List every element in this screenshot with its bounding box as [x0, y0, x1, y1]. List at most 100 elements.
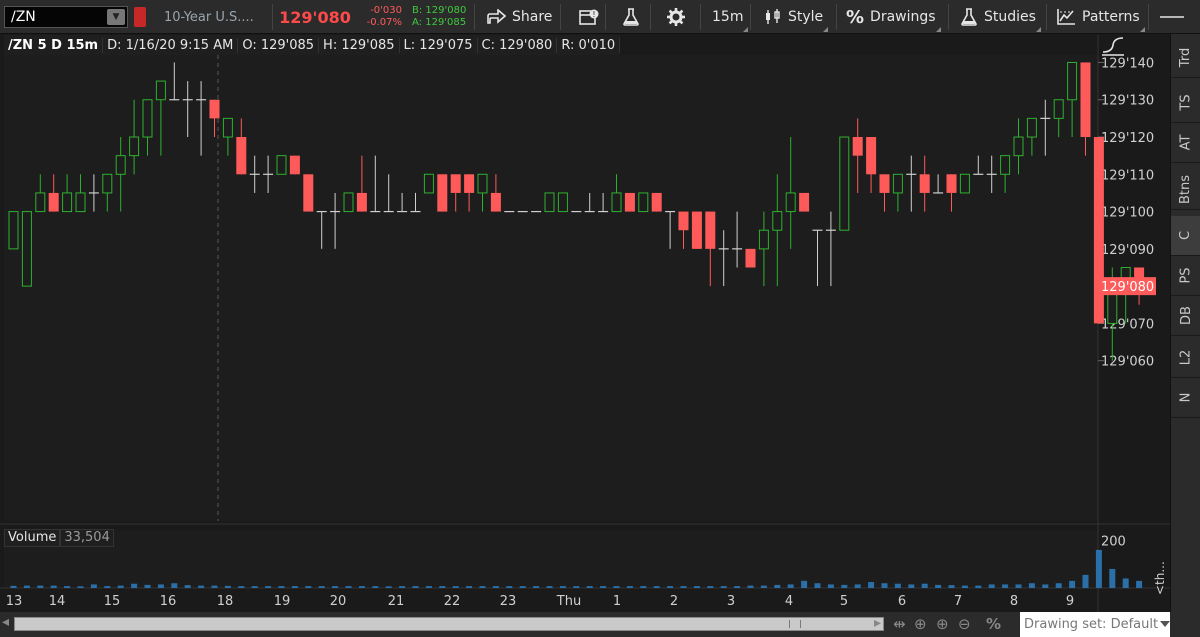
chevron-down-icon[interactable]	[1160, 621, 1170, 627]
candle-body	[544, 192, 555, 213]
chart-header: /ZN 5 D 15m D: 1/16/20 9:15 AM O: 129'08…	[4, 35, 621, 55]
bar-open: O: 129'085	[238, 37, 320, 53]
side-tab-at[interactable]: AT	[1171, 123, 1200, 163]
time-tick-label: 18	[217, 594, 234, 609]
volume-bar	[573, 586, 580, 588]
volume-bar	[881, 583, 888, 588]
main-toolbar: /ZN ▼ 10-Year U.S.... 129'080 -0'030 -0.…	[0, 0, 1200, 34]
volume-bar	[131, 583, 138, 588]
volume-bar	[1028, 583, 1035, 588]
last-price-tag: 129'080	[1098, 277, 1156, 296]
volume-bar	[1122, 578, 1129, 588]
side-tab-btns[interactable]: Btns	[1171, 170, 1200, 210]
zoom-out-icon[interactable]: ⊖	[958, 615, 971, 633]
settings-button[interactable]	[660, 0, 692, 34]
studies-button[interactable]: Studies	[954, 0, 1042, 34]
volume-bar	[680, 586, 687, 588]
time-tick-label: 21	[388, 594, 405, 609]
price-tick-label: 129'140	[1101, 56, 1154, 71]
side-tab-label: Trd	[1178, 47, 1194, 68]
toolbar-divider	[1046, 4, 1047, 30]
scroll-right-icon[interactable]: ▸	[874, 615, 881, 631]
candle-body	[758, 229, 769, 250]
time-tick-label: 5	[840, 594, 848, 609]
volume-bar	[265, 586, 272, 588]
bar-high: H: 129'085	[319, 37, 400, 53]
price-tick-label: 129'120	[1101, 131, 1154, 146]
side-tab-n[interactable]: N	[1171, 378, 1200, 418]
candle-body	[75, 192, 86, 213]
flag-icon[interactable]	[134, 7, 146, 27]
volume-bar	[157, 584, 164, 588]
volume-bar	[238, 586, 245, 588]
share-button[interactable]: Share	[480, 0, 558, 34]
volume-bar	[667, 586, 674, 588]
volume-bar	[546, 586, 553, 588]
drawing-set-label: Drawing set: Default	[1024, 617, 1159, 632]
time-tick-label: 9	[1066, 594, 1074, 609]
side-tab-db[interactable]: DB	[1171, 296, 1200, 336]
timeframe-button[interactable]: 15m	[706, 0, 749, 34]
dropdown-corner-icon	[743, 27, 749, 32]
more-button[interactable]	[1152, 0, 1194, 34]
time-tick-label: 4	[785, 594, 793, 609]
lab-button[interactable]	[616, 0, 646, 34]
scroll-left-icon[interactable]: ◂	[2, 614, 9, 630]
candle-body	[1013, 136, 1024, 157]
chevron-down-icon: ▼	[112, 12, 120, 22]
side-tab-ps[interactable]: PS	[1171, 256, 1200, 296]
dropdown-corner-icon	[1035, 27, 1041, 32]
side-tab-ts[interactable]: TS	[1171, 83, 1200, 123]
price-chart[interactable]: 129'140 129'130 129'120 129'110 129'100 129'0…	[0, 35, 1170, 612]
bid-ask: B: 129'080 A: 129'085	[408, 0, 472, 34]
time-tick-label: 6	[898, 594, 906, 609]
candle-body	[1026, 117, 1037, 138]
dropdown-corner-icon	[1139, 27, 1145, 32]
symbol-dropdown-button[interactable]: ▼	[107, 9, 125, 25]
style-button[interactable]: Style	[758, 0, 829, 34]
candle-body	[209, 99, 220, 119]
side-tab-trd[interactable]: Trd	[1171, 38, 1200, 78]
drawing-set-selector[interactable]: Drawing set: Default	[1020, 612, 1170, 637]
volume-bar	[1055, 583, 1062, 588]
toolbar-divider	[560, 4, 561, 30]
volume-bar	[224, 585, 231, 588]
time-scrollbar[interactable]	[14, 617, 884, 631]
drawings-button[interactable]: % Drawings	[840, 0, 942, 34]
volume-bar	[814, 583, 821, 588]
volume-bar	[975, 585, 982, 588]
toolbar-divider	[750, 4, 751, 30]
symbol-input[interactable]: /ZN ▼	[4, 6, 128, 28]
candle-body	[1080, 62, 1091, 138]
percent-icon[interactable]: %	[986, 615, 1001, 633]
volume-bar	[37, 585, 44, 588]
alert-button[interactable]: !	[572, 0, 606, 34]
toolbar-divider	[1148, 4, 1149, 30]
time-tick-label: 20	[330, 594, 347, 609]
patterns-button[interactable]: Patterns	[1050, 0, 1146, 34]
side-tab-label: L2	[1178, 349, 1194, 366]
candle-body	[852, 137, 863, 156]
volume-bar	[693, 586, 700, 588]
volume-value: 33,504	[60, 529, 114, 547]
candle-body	[772, 211, 783, 231]
volume-bar	[519, 586, 526, 588]
crosshair-icon[interactable]: ⊕	[914, 615, 927, 633]
candle-body	[8, 211, 19, 250]
expand-time-icon[interactable]: ⇹	[893, 615, 906, 633]
price-change: -0'030 -0.07%	[354, 0, 406, 34]
scrollbar-thumb[interactable]	[15, 618, 883, 630]
volume-bar	[50, 585, 57, 588]
volume-bar	[707, 586, 714, 588]
side-tab-l2[interactable]: L2	[1171, 338, 1200, 378]
candle-body	[799, 192, 810, 212]
candle-body	[624, 192, 635, 212]
volume-bar	[559, 586, 566, 588]
zoom-in-icon[interactable]: ⊕	[936, 615, 949, 633]
candle-body	[638, 192, 649, 213]
side-tab-c[interactable]: C	[1171, 216, 1200, 256]
volume-bar	[1136, 580, 1143, 588]
volume-bar	[586, 586, 593, 588]
candle-body	[35, 192, 46, 213]
chart-title: /ZN 5 D 15m	[4, 37, 104, 53]
